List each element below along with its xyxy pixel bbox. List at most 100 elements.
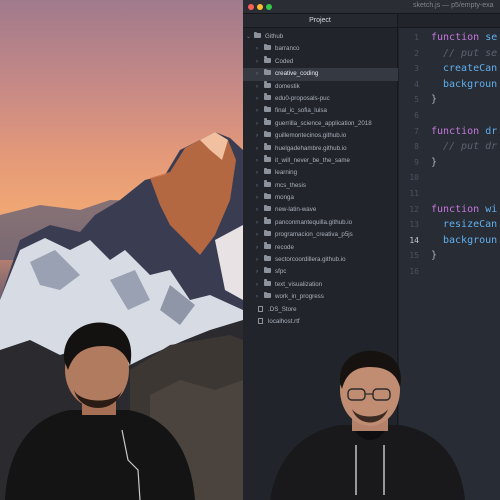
tree-item-folder[interactable]: › final_ic_sofia_luisa: [243, 105, 398, 117]
line-number: 11: [409, 188, 419, 198]
code-token: dr: [485, 125, 498, 137]
tree-item-label: edu0-proposals-puc: [275, 94, 330, 102]
chevron-right-icon: ›: [256, 145, 258, 152]
tree-item-folder[interactable]: › edu0-proposals-puc: [243, 93, 398, 105]
tree-item-folder[interactable]: › sfpc: [243, 266, 398, 278]
chevron-right-icon: ›: [256, 71, 258, 78]
line-number: 14: [409, 235, 419, 245]
tree-item-folder[interactable]: › text_visualization: [243, 279, 398, 291]
tree-item-label: programacion_creativa_p5js: [275, 231, 353, 239]
tree-item-label: text_visualization: [275, 280, 323, 288]
chevron-down-icon: ⌄: [246, 34, 252, 40]
tree-item-folder[interactable]: › guerrilla_science_application_2018: [243, 118, 398, 130]
folder-icon: [264, 68, 271, 76]
code-line[interactable]: [431, 186, 497, 202]
folder-icon: [264, 291, 271, 299]
code-line[interactable]: function wi: [431, 202, 497, 218]
tree-item-folder[interactable]: › sectorcoordillera.github.io: [243, 254, 398, 266]
tree-item-folder[interactable]: › it_will_never_be_the_same: [243, 155, 398, 167]
code-line[interactable]: // put se: [431, 46, 497, 62]
tree-item-label: Coded: [275, 57, 294, 65]
code-line[interactable]: function se: [431, 30, 497, 46]
code-token: backgroun: [443, 234, 498, 246]
tree-item-folder[interactable]: › Coded: [243, 56, 398, 68]
file-tree: ⌄ Github › barranco › Coded › creative_coding ›…: [243, 31, 398, 328]
chevron-right-icon: ›: [256, 58, 258, 65]
code-line[interactable]: resizeCan: [431, 217, 497, 233]
tree-root-label: Github: [265, 33, 284, 40]
tree-item-folder[interactable]: › mcs_thesis: [243, 180, 398, 192]
code-line[interactable]: backgroun: [431, 233, 497, 249]
tree-item-folder[interactable]: › work_in_progress: [243, 291, 398, 303]
code-line[interactable]: }: [431, 155, 497, 171]
tree-item-folder[interactable]: › learning: [243, 167, 398, 179]
line-number: 10: [409, 173, 419, 183]
code-line[interactable]: [431, 108, 497, 124]
minimize-window-button[interactable]: [257, 4, 263, 10]
code-token: }: [431, 94, 438, 106]
folder-icon: [264, 242, 271, 249]
code-token: function: [431, 125, 486, 137]
chevron-right-icon: ›: [256, 133, 258, 140]
tree-item-folder[interactable]: › creative_coding: [243, 68, 398, 81]
tree-item-folder[interactable]: › recode: [243, 242, 398, 254]
close-window-button[interactable]: [248, 4, 254, 10]
chevron-right-icon: ›: [256, 182, 258, 189]
code-line[interactable]: }: [431, 92, 497, 108]
code-token: // put se: [443, 47, 498, 59]
folder-icon: [254, 31, 261, 38]
code-token: resizeCan: [443, 219, 498, 231]
code-token: }: [431, 156, 438, 168]
folder-icon: [264, 93, 271, 100]
code-line[interactable]: [431, 170, 497, 186]
code-line[interactable]: backgroun: [431, 77, 497, 93]
code-token: }: [431, 250, 438, 262]
code-line[interactable]: // put dr: [431, 139, 497, 155]
line-number: 2: [414, 48, 419, 58]
tree-item-file[interactable]: .DS_Store: [243, 304, 398, 316]
tree-item-label: final_ic_sofia_luisa: [275, 107, 327, 115]
folder-icon: [264, 204, 271, 212]
webcam-person-left: [5, 322, 195, 500]
tree-item-folder[interactable]: › barranco: [243, 43, 398, 55]
tree-item-folder[interactable]: › programacion_creativa_p5js: [243, 229, 398, 241]
tree-item-folder[interactable]: › huelgadehambre.github.io: [243, 143, 398, 155]
file-icon: [258, 305, 263, 312]
folder-icon: [264, 155, 271, 162]
folder-icon: [264, 180, 271, 187]
code-line[interactable]: createCan: [431, 61, 497, 77]
line-number: 15: [409, 251, 419, 261]
maximize-window-button[interactable]: [266, 4, 272, 10]
tree-item-file[interactable]: localhost.rtf: [243, 316, 398, 328]
line-number: 3: [414, 64, 419, 74]
line-number: 1: [414, 33, 419, 42]
tree-item-label: panconmantequilla.github.io: [275, 218, 353, 226]
folder-icon: [264, 229, 271, 237]
tree-item-folder[interactable]: › monga: [243, 192, 398, 204]
chevron-right-icon: ›: [256, 157, 258, 164]
tree-root-folder[interactable]: ⌄ Github: [243, 31, 398, 43]
code-line[interactable]: [431, 264, 497, 280]
line-number: 8: [414, 142, 419, 152]
tree-item-folder[interactable]: › new-latin-wave: [243, 204, 398, 216]
line-number-gutter: 1 2 3 4 5 6 7 8 9 10 11 12 13 14 15 16: [399, 30, 423, 280]
code-line[interactable]: function dr: [431, 124, 497, 140]
tree-panel-header: Project: [243, 14, 397, 28]
folder-icon: [264, 217, 271, 224]
code-line[interactable]: }: [431, 248, 497, 264]
tree-item-label: .DS_Store: [268, 305, 297, 313]
code-token: createCan: [443, 63, 498, 75]
tree-item-label: guillemontecinos.github.io: [275, 132, 347, 140]
line-number: 12: [409, 204, 419, 214]
folder-icon: [264, 143, 271, 150]
tree-item-folder[interactable]: › guillemontecinos.github.io: [243, 130, 398, 142]
folder-icon: [264, 266, 271, 274]
tree-item-label: monga: [275, 194, 294, 202]
tree-item-folder[interactable]: › domestik: [243, 81, 398, 93]
code-text-area[interactable]: function se// put se createCan backgroun} …: [431, 30, 497, 280]
editor-tab-bar: [399, 14, 500, 28]
window-title: sketch.js — p5/empty-exa: [413, 2, 494, 9]
folder-icon: [264, 192, 271, 200]
tree-item-folder[interactable]: › panconmantequilla.github.io: [243, 217, 398, 229]
webcam-person-right: [270, 350, 465, 500]
